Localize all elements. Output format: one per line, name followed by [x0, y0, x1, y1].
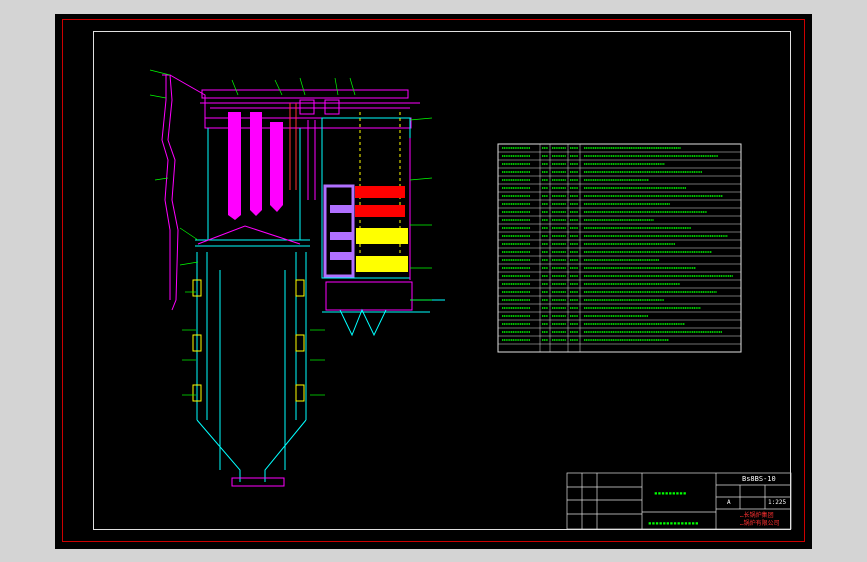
title-block-drawing-title: ▪▪▪▪▪▪▪▪▪: [654, 490, 687, 497]
parts-table: [497, 143, 742, 353]
heating-surfaces: [228, 112, 408, 278]
scale-label: 1:225: [768, 499, 787, 506]
company-name-2: …锅炉有限公司: [740, 520, 780, 527]
boiler-drawing: [149, 69, 792, 530]
title-block-bottom-note: ▪▪▪▪▪▪▪▪▪▪▪▪▪▪: [648, 520, 699, 527]
wall-inspection-boxes: [192, 279, 305, 402]
drawing-number: Bs8BS-10: [742, 475, 776, 483]
sheet-label: A: [727, 499, 731, 506]
company-name-1: …长锅炉集团: [740, 512, 774, 519]
